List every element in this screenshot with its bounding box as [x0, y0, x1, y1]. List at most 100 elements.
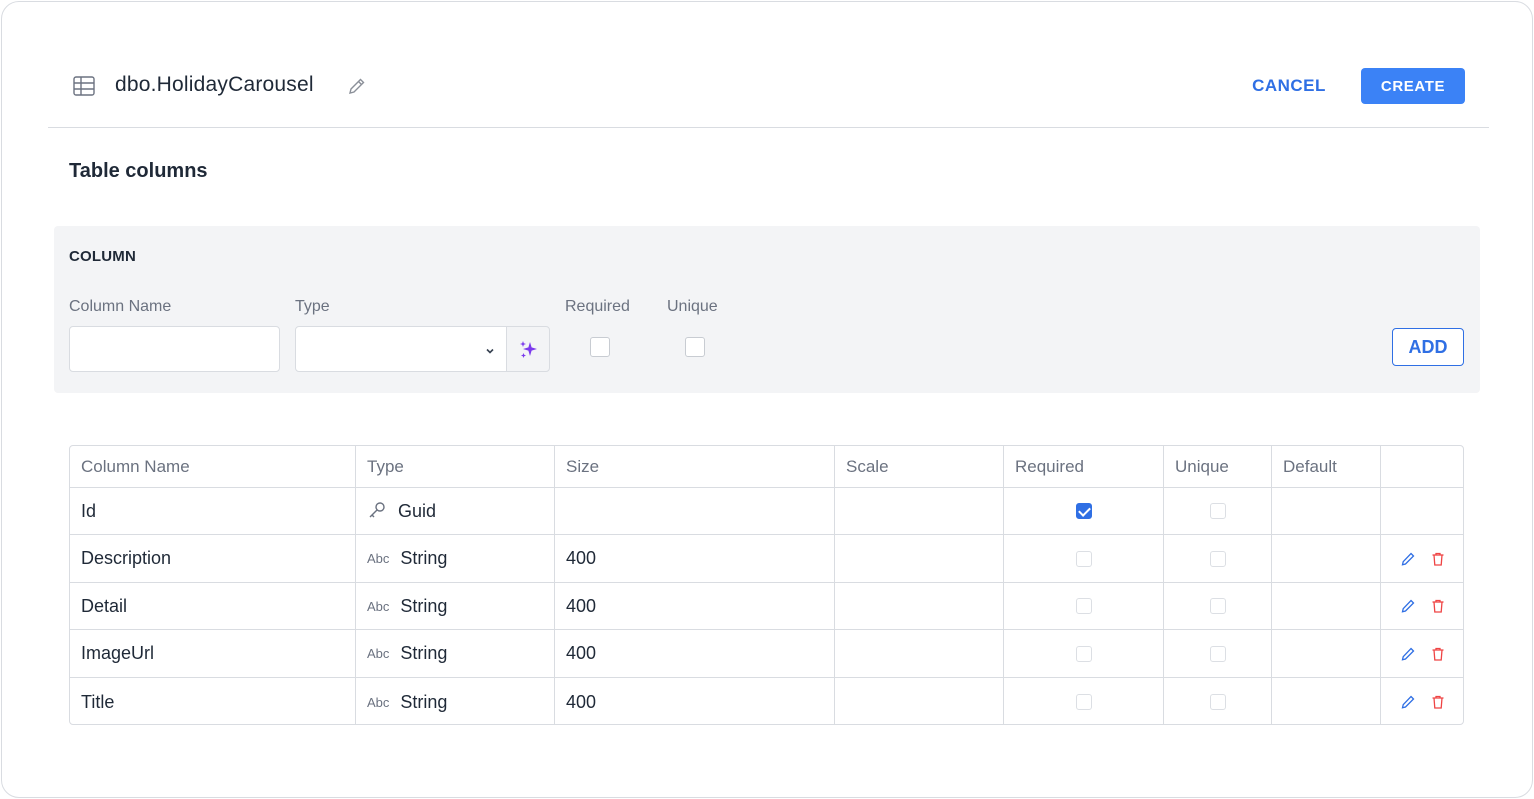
cell-required: [1004, 583, 1164, 629]
create-button[interactable]: CREATE: [1361, 68, 1465, 104]
cell-size: 400: [555, 535, 835, 582]
cell-default: [1272, 535, 1381, 582]
cell-size: [555, 488, 835, 534]
text-type-icon: Abc: [367, 598, 390, 614]
cell-scale: [835, 678, 1004, 724]
cell-type: Abc String: [356, 535, 555, 582]
panel-heading: COLUMN: [69, 248, 137, 265]
cell-type-label: Guid: [398, 500, 437, 521]
type-select[interactable]: [295, 326, 507, 372]
cell-actions: [1381, 583, 1463, 629]
header-default: Default: [1272, 446, 1381, 487]
cell-scale: [835, 583, 1004, 629]
text-type-icon: Abc: [367, 551, 390, 566]
cell-column-name: ImageUrl: [70, 630, 356, 677]
table-row: Id Guid: [70, 488, 1463, 535]
edit-row-icon[interactable]: [1400, 694, 1416, 710]
delete-row-icon[interactable]: [1430, 551, 1446, 567]
cell-unique: [1164, 630, 1272, 677]
cell-default: [1272, 678, 1381, 724]
edit-title-icon[interactable]: [347, 76, 367, 96]
cell-required: [1004, 630, 1164, 677]
cell-scale: [835, 535, 1004, 582]
cell-type: Abc String: [356, 630, 555, 677]
columns-table: Column Name Type Size Scale Required Uni…: [69, 445, 1464, 725]
cell-unique: [1164, 488, 1272, 534]
header-divider: [48, 127, 1489, 128]
cell-column-name: Id: [70, 488, 356, 534]
header-type: Type: [356, 446, 555, 487]
section-title: Table columns: [69, 160, 208, 182]
edit-row-icon[interactable]: [1400, 598, 1416, 614]
table-title: dbo.HolidayCarousel: [115, 73, 314, 96]
table-row: Detail Abc String 400: [70, 583, 1463, 630]
table-header-row: Column Name Type Size Scale Required Uni…: [70, 446, 1463, 488]
sparkles-icon: [520, 341, 537, 358]
unique-checkbox: [1209, 598, 1226, 614]
unique-checkbox: [1209, 694, 1226, 710]
header-unique: Unique: [1164, 446, 1272, 487]
cell-type: Abc String: [356, 678, 555, 724]
table-row: Description Abc String 400: [70, 535, 1463, 583]
cell-size: 400: [555, 583, 835, 629]
cell-column-name: Description: [70, 535, 356, 582]
cell-required: [1004, 488, 1164, 534]
required-checkbox: [1075, 645, 1092, 662]
cell-default: [1272, 488, 1381, 534]
cell-actions: [1381, 535, 1463, 582]
cell-unique: [1164, 678, 1272, 724]
cell-type-label: String: [400, 643, 448, 663]
text-type-icon: Abc: [367, 646, 390, 661]
cell-type: Guid: [356, 488, 555, 534]
cell-actions: [1381, 678, 1463, 724]
unique-checkbox: [1209, 550, 1226, 567]
delete-row-icon[interactable]: [1430, 646, 1446, 662]
key-icon: [367, 500, 387, 523]
cell-unique: [1164, 535, 1272, 582]
required-checkbox: [1075, 598, 1092, 614]
unique-checkbox[interactable]: [685, 337, 705, 357]
add-column-button[interactable]: ADD: [1392, 328, 1464, 366]
table-icon: [72, 74, 96, 98]
header-actions: [1381, 446, 1463, 487]
cell-column-name: Detail: [70, 583, 356, 629]
cell-type: Abc String: [356, 583, 555, 629]
cell-column-name: Title: [70, 678, 356, 724]
required-checkbox: [1075, 550, 1092, 567]
cancel-button[interactable]: CANCEL: [1238, 68, 1340, 104]
header-required: Required: [1004, 446, 1164, 487]
cell-default: [1272, 583, 1381, 629]
required-checkbox: [1075, 694, 1092, 710]
cell-actions: [1381, 630, 1463, 677]
ai-suggest-button[interactable]: [506, 326, 550, 372]
cell-required: [1004, 535, 1164, 582]
required-label: Required: [565, 298, 630, 315]
edit-row-icon[interactable]: [1400, 646, 1416, 662]
table-row: ImageUrl Abc String 400: [70, 630, 1463, 678]
delete-row-icon[interactable]: [1430, 694, 1446, 710]
required-checkbox[interactable]: [590, 337, 610, 357]
cell-size: 400: [555, 678, 835, 724]
header-size: Size: [555, 446, 835, 487]
unique-checkbox: [1209, 645, 1226, 662]
chevron-down-icon: [484, 344, 496, 356]
dialog-header: dbo.HolidayCarousel CANCEL CREATE: [2, 2, 1532, 128]
text-type-icon: Abc: [367, 694, 390, 710]
add-column-panel: COLUMN Column Name Type Required Unique …: [54, 226, 1480, 393]
cell-type-label: String: [400, 548, 448, 568]
delete-row-icon[interactable]: [1430, 598, 1446, 614]
cell-type-label: String: [400, 691, 448, 712]
edit-row-icon[interactable]: [1400, 551, 1416, 567]
table-row: Title Abc String 400: [70, 678, 1463, 724]
cell-scale: [835, 630, 1004, 677]
cell-size: 400: [555, 630, 835, 677]
cell-scale: [835, 488, 1004, 534]
cell-required: [1004, 678, 1164, 724]
dialog-frame: dbo.HolidayCarousel CANCEL CREATE Table …: [1, 1, 1533, 798]
cell-default: [1272, 630, 1381, 677]
cell-type-label: String: [400, 595, 448, 616]
unique-label: Unique: [667, 298, 718, 315]
column-name-label: Column Name: [69, 298, 172, 315]
column-name-input[interactable]: [69, 326, 280, 372]
type-label: Type: [295, 298, 330, 315]
